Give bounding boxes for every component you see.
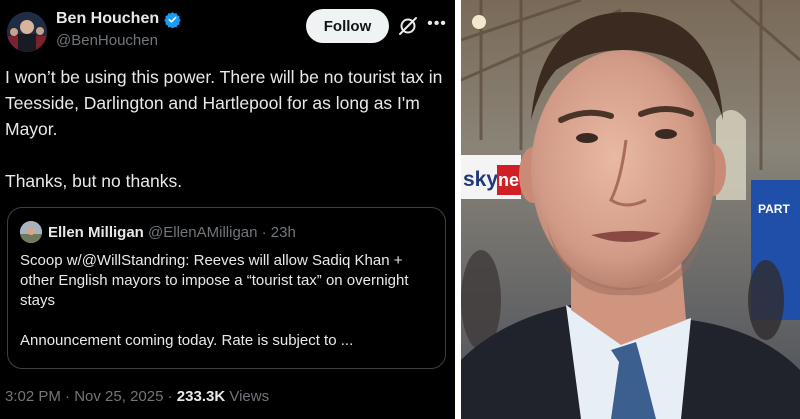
quote-author-avatar bbox=[20, 221, 42, 243]
quote-header: Ellen Milligan @EllenAMilligan · 23h bbox=[48, 224, 296, 241]
quote-text: Scoop w/@WillStandring: Reeves will allo… bbox=[20, 252, 409, 349]
tweet-time[interactable]: 3:02 PM bbox=[5, 388, 61, 405]
more-options-icon[interactable]: ••• bbox=[427, 14, 447, 34]
author-display-name[interactable]: Ben Houchen bbox=[56, 10, 159, 28]
tweet-text: I won’t be using this power. There will … bbox=[5, 67, 443, 191]
author-handle[interactable]: @BenHouchen bbox=[56, 32, 158, 49]
tweet-meta: 3:02 PM · Nov 25, 2025 · 233.3K Views bbox=[5, 388, 269, 405]
quoted-tweet-card[interactable]: Ellen Milligan @EllenAMilligan · 23h Sco… bbox=[7, 207, 446, 369]
quote-author-handle-time: @EllenAMilligan · 23h bbox=[143, 224, 296, 241]
tweet-date[interactable]: Nov 25, 2025 bbox=[74, 388, 163, 405]
views-count: 233.3K bbox=[176, 388, 226, 405]
meta-separator: · bbox=[60, 388, 75, 405]
quote-author-name: Ellen Milligan bbox=[48, 224, 144, 241]
verified-badge-icon bbox=[164, 11, 181, 28]
booth-text: PART bbox=[758, 202, 790, 216]
tweet-panel: Ben Houchen @BenHouchen Follow ••• I won… bbox=[0, 0, 455, 419]
views-label: Views bbox=[225, 388, 270, 405]
author-name-row: Ben Houchen bbox=[56, 10, 181, 28]
sign-text: sky bbox=[463, 168, 498, 191]
grok-icon[interactable] bbox=[398, 16, 418, 36]
meta-separator: · bbox=[163, 388, 177, 405]
author-avatar[interactable] bbox=[7, 12, 47, 52]
news-photo: sky new PART bbox=[461, 0, 800, 419]
follow-button[interactable]: Follow bbox=[306, 9, 389, 43]
